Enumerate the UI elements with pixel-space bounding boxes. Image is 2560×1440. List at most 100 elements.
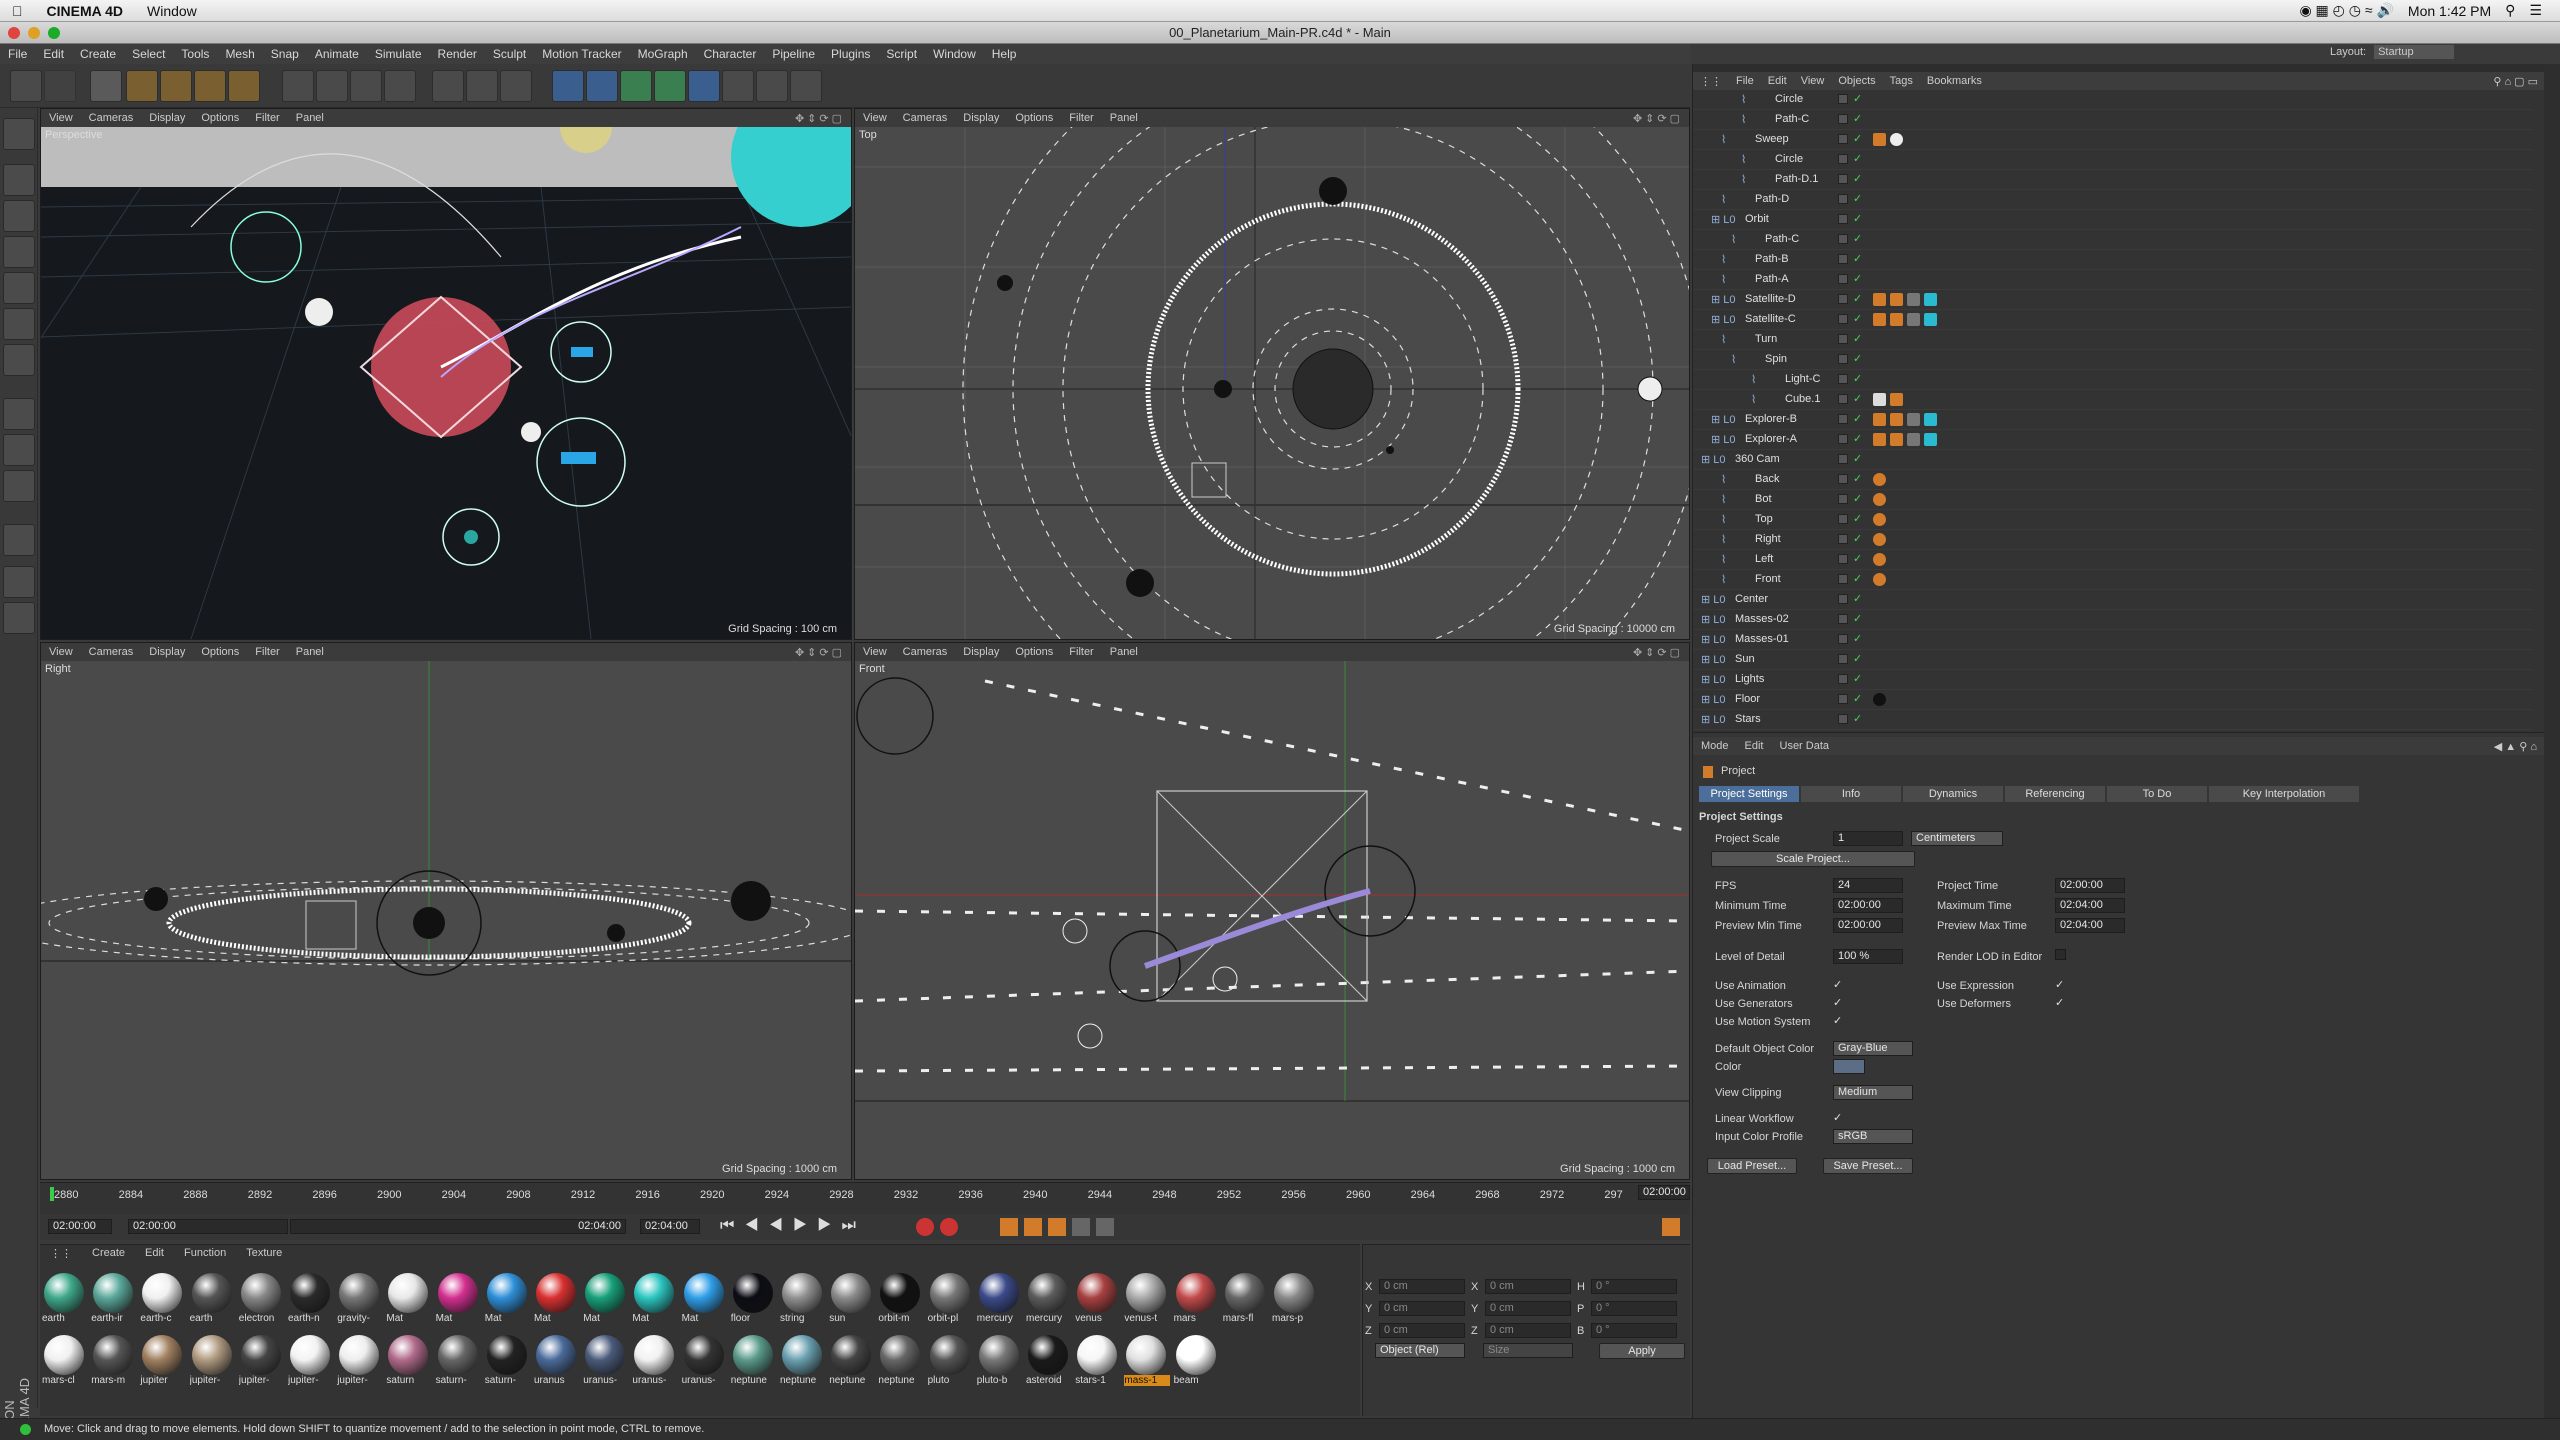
object-row[interactable]: ⌇ Path-D.1 ✓ [1693, 170, 2533, 190]
material-swatch[interactable]: asteroid [1026, 1335, 1072, 1386]
spotlight-icon[interactable]: ⚲ [2505, 2, 2515, 19]
start-time-field[interactable]: 02:00:00 [48, 1219, 112, 1234]
redo-icon[interactable] [44, 70, 76, 102]
material-swatch[interactable]: uranus- [682, 1335, 728, 1386]
viewport-perspective[interactable]: View Cameras Display Options Filter Panel ✥⇕⟳▢… [40, 108, 852, 640]
material-tag-icon[interactable] [1890, 133, 1903, 146]
material-swatch[interactable]: uranus- [583, 1335, 629, 1386]
solo-icon[interactable] [3, 566, 35, 598]
visibility-toggle[interactable] [1838, 134, 1848, 144]
menu-snap[interactable]: Snap [263, 47, 307, 61]
viewport-menu-display[interactable]: Display [955, 112, 1007, 124]
viewport-menu-view[interactable]: View [855, 112, 895, 124]
object-row[interactable]: ⊞ L0 Satellite-D ✓ [1693, 290, 2533, 310]
object-name[interactable]: Masses-01 [1735, 633, 1789, 645]
material-swatch[interactable]: stars-1 [1075, 1335, 1121, 1386]
key-pla-icon[interactable] [1096, 1218, 1114, 1236]
solo-mode-icon[interactable] [3, 602, 35, 634]
axis-mode-icon[interactable] [3, 398, 35, 430]
viewport-menu-options[interactable]: Options [193, 112, 247, 124]
array-icon[interactable] [654, 70, 686, 102]
material-swatch[interactable]: Mat [534, 1273, 580, 1324]
object-tag-icon[interactable] [1890, 413, 1903, 426]
enabled-check-icon[interactable]: ✓ [1853, 712, 1862, 725]
coord-value-field[interactable]: 0 cm [1485, 1323, 1571, 1338]
coord-value-field[interactable]: 0 cm [1485, 1301, 1571, 1316]
end-time-field[interactable]: 02:04:00 [640, 1219, 700, 1234]
range-end-field[interactable]: 02:04:00 [290, 1219, 626, 1234]
material-swatch[interactable]: earth-c [140, 1273, 186, 1324]
subdivision-icon[interactable] [620, 70, 652, 102]
select-tool-icon[interactable] [90, 70, 122, 102]
preview-min-field[interactable]: 02:00:00 [1833, 918, 1903, 933]
edges-mode-icon[interactable] [3, 308, 35, 340]
material-swatch[interactable]: neptune [878, 1335, 924, 1386]
material-swatch[interactable]: Mat [682, 1273, 728, 1324]
object-tag-icon[interactable] [1873, 393, 1886, 406]
visibility-toggle[interactable] [1838, 494, 1848, 504]
attr-menu-user-data[interactable]: User Data [1772, 740, 1838, 752]
workplane-icon[interactable] [3, 236, 35, 268]
menu-select[interactable]: Select [124, 47, 173, 61]
object-name[interactable]: Turn [1755, 333, 1777, 345]
polygons-mode-icon[interactable] [3, 344, 35, 376]
enabled-check-icon[interactable]: ✓ [1853, 372, 1862, 385]
object-tag-icon[interactable] [1890, 313, 1903, 326]
enabled-check-icon[interactable]: ✓ [1853, 172, 1862, 185]
object-name[interactable]: Back [1755, 473, 1779, 485]
object-name[interactable]: Cube.1 [1785, 393, 1820, 405]
object-row[interactable]: ⌇ Left ✓ [1693, 550, 2533, 570]
material-swatch[interactable]: mass-1 [1124, 1335, 1171, 1386]
enabled-check-icon[interactable]: ✓ [1853, 332, 1862, 345]
visibility-toggle[interactable] [1838, 574, 1848, 584]
visibility-toggle[interactable] [1838, 214, 1848, 224]
object-row[interactable]: ⊞ L0 Explorer-A ✓ [1693, 430, 2533, 450]
attr-nav-icons[interactable]: ◀ ▲ ⚲ ⌂ [2486, 740, 2545, 753]
view-clipping-dropdown[interactable]: Medium [1833, 1085, 1913, 1100]
object-row[interactable]: ⊞ L0 Center ✓ [1693, 590, 2533, 610]
enabled-check-icon[interactable]: ✓ [1853, 252, 1862, 265]
attr-menu-mode[interactable]: Mode [1693, 740, 1737, 752]
menu-animate[interactable]: Animate [307, 47, 367, 61]
material-swatch[interactable]: uranus [534, 1335, 580, 1386]
object-tag-icon[interactable] [1924, 313, 1937, 326]
undo-icon[interactable] [10, 70, 42, 102]
camera-tag-icon[interactable] [1873, 493, 1886, 506]
tab-referencing[interactable]: Referencing [2005, 786, 2105, 802]
menu-edit[interactable]: Edit [35, 47, 72, 61]
visibility-toggle[interactable] [1838, 714, 1848, 724]
viewport-menu-view[interactable]: View [41, 646, 81, 658]
material-swatch[interactable]: Mat [485, 1273, 531, 1324]
material-swatch[interactable]: earth [190, 1273, 236, 1324]
object-tag-icon[interactable] [1873, 433, 1886, 446]
object-name[interactable]: Bot [1755, 493, 1772, 505]
viewport-front[interactable]: View Cameras Display Options Filter Panel ✥⇕⟳▢… [854, 642, 1690, 1180]
material-swatch[interactable]: venus [1075, 1273, 1121, 1324]
object-name[interactable]: Circle [1775, 153, 1803, 165]
tab-info[interactable]: Info [1801, 786, 1901, 802]
object-name[interactable]: Sun [1735, 653, 1755, 665]
autokey-icon[interactable] [940, 1218, 958, 1236]
object-row[interactable]: ⊞ L0 Satellite-C ✓ [1693, 310, 2533, 330]
enabled-check-icon[interactable]: ✓ [1853, 592, 1862, 605]
coord-value-field[interactable]: 0 ° [1591, 1301, 1677, 1316]
material-swatch[interactable]: Mat [436, 1273, 482, 1324]
material-swatch[interactable]: jupiter [140, 1335, 186, 1386]
visibility-toggle[interactable] [1838, 454, 1848, 464]
object-row[interactable]: ⊞ L0 360 Cam ✓ [1693, 450, 2533, 470]
menu-mograph[interactable]: MoGraph [630, 47, 696, 61]
object-row[interactable]: ⊞ L0 Floor ✓ [1693, 690, 2533, 710]
right-tab-strip[interactable] [2544, 64, 2560, 1418]
material-swatch[interactable]: saturn- [485, 1335, 531, 1386]
visibility-toggle[interactable] [1838, 694, 1848, 704]
use-animation-checkbox[interactable]: ✓ [1833, 978, 1842, 991]
visibility-toggle[interactable] [1838, 154, 1848, 164]
viewport-nav-icons[interactable]: ✥⇕⟳▢ [787, 112, 851, 125]
fps-field[interactable]: 24 [1833, 878, 1903, 893]
object-row[interactable]: ⊞ L0 Masses-01 ✓ [1693, 630, 2533, 650]
enabled-check-icon[interactable]: ✓ [1853, 432, 1862, 445]
object-row[interactable]: ⌇ Path-B ✓ [1693, 250, 2533, 270]
viewport-menu-display[interactable]: Display [955, 646, 1007, 658]
material-swatch[interactable]: earth-ir [91, 1273, 137, 1324]
object-row[interactable]: ⌇ Turn ✓ [1693, 330, 2533, 350]
